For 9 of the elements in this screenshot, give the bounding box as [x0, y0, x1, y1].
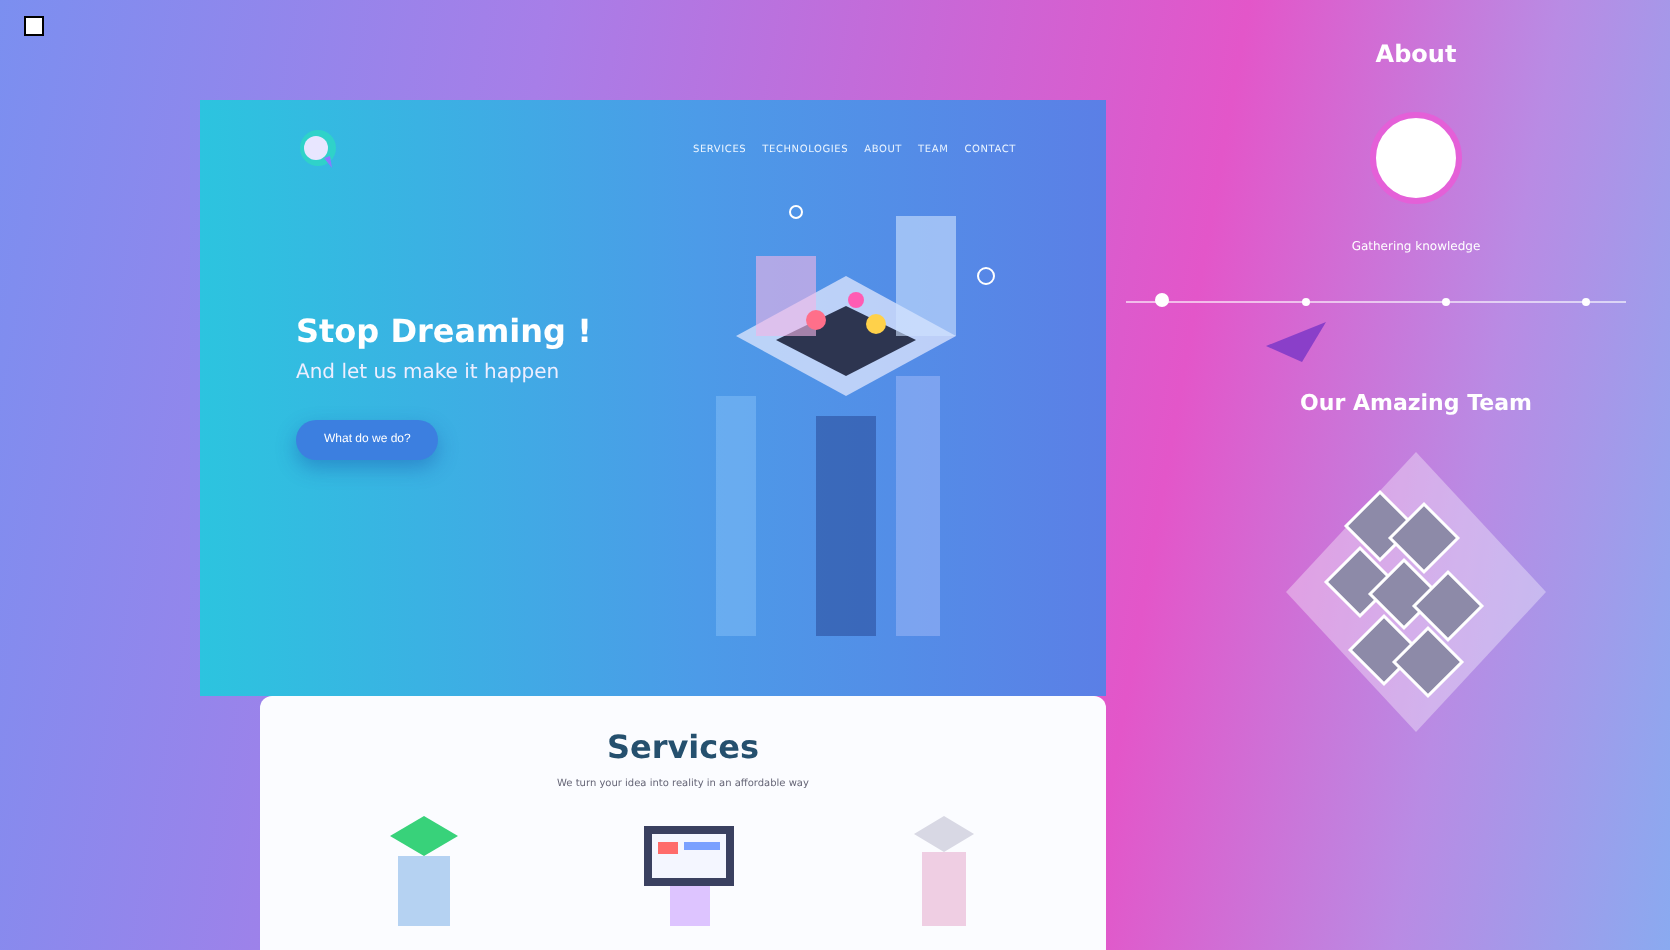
frame-corner-icon	[24, 16, 44, 36]
hero-title: Stop Dreaming !	[296, 312, 592, 350]
avatar-placeholder	[1370, 112, 1462, 204]
paper-plane-icon	[1266, 322, 1326, 362]
logo-icon	[296, 128, 340, 172]
hero-subtitle: And let us make it happen	[296, 362, 562, 384]
about-title: About	[1375, 40, 1457, 68]
team-title: Our Amazing Team	[1300, 390, 1532, 416]
services-title: Services	[606, 728, 760, 766]
